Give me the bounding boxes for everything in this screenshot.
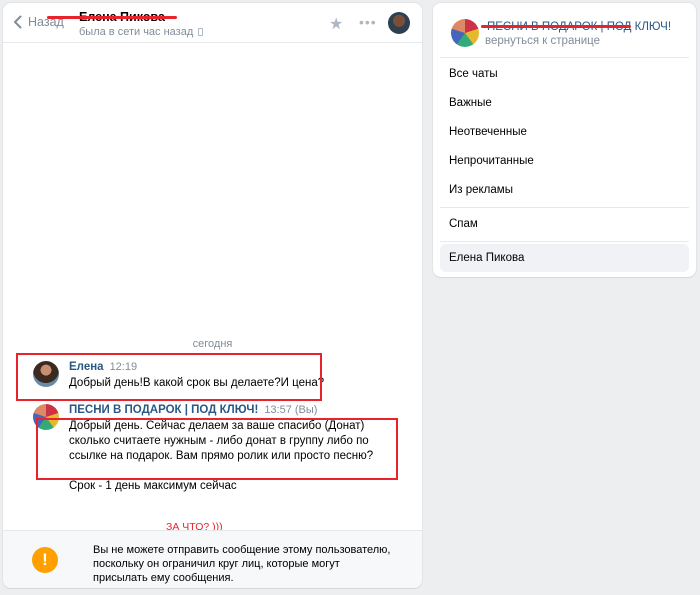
highlight-box [36, 418, 398, 480]
sidebar-item-unread[interactable]: Непрочитанные [440, 147, 689, 175]
notice-text: Вы не можете отправить сообщение этому п… [93, 544, 391, 584]
restriction-notice: ! Вы не можете отправить сообщение этому… [3, 530, 422, 588]
warning-icon: ! [32, 547, 58, 573]
author-name[interactable]: ПЕСНИ В ПОДАРОК | ПОД КЛЮЧ! [69, 404, 258, 416]
star-icon[interactable]: ★ [329, 14, 343, 34]
sidebar-item-spam[interactable]: Спам [440, 210, 689, 238]
back-to-page-link[interactable]: вернуться к странице [485, 35, 600, 47]
sidebar-item-all-chats[interactable]: Все чаты [440, 60, 689, 88]
peer-status-text: была в сети час назад [79, 26, 194, 38]
peer-avatar[interactable] [388, 12, 410, 34]
divider [440, 57, 689, 58]
redaction-scribble [481, 25, 631, 28]
divider [440, 241, 689, 242]
sidebar-item-from-ads[interactable]: Из рекламы [440, 176, 689, 204]
community-avatar[interactable] [451, 19, 479, 47]
sidebar-item-important[interactable]: Важные [440, 89, 689, 117]
more-icon[interactable]: ••• [359, 14, 377, 30]
sidebar-item-elena-pikova[interactable]: Елена Пикова [440, 244, 689, 272]
chevron-left-icon [14, 15, 22, 29]
message-author: ПЕСНИ В ПОДАРОК | ПОД КЛЮЧ! 13:57 (Вы) [69, 404, 317, 416]
sidebar: ПЕСНИ В ПОДАРОК | ПОД КЛЮЧ! вернуться к … [433, 3, 696, 277]
date-separator: сегодня [192, 338, 233, 350]
chat-header: Назад Елена Пикова была в сети час назад… [3, 3, 422, 43]
highlight-box [16, 353, 322, 401]
message-line: Срок - 1 день максимум сейчас [69, 480, 237, 492]
peer-status: была в сети час назад [79, 26, 204, 38]
mobile-icon [198, 28, 204, 36]
message-time[interactable]: 13:57 (Вы) [264, 404, 317, 416]
redaction-scribble [47, 16, 177, 19]
divider [440, 207, 689, 208]
sidebar-item-unanswered[interactable]: Неотвеченные [440, 118, 689, 146]
chat-panel: Назад Елена Пикова была в сети час назад… [3, 3, 422, 588]
